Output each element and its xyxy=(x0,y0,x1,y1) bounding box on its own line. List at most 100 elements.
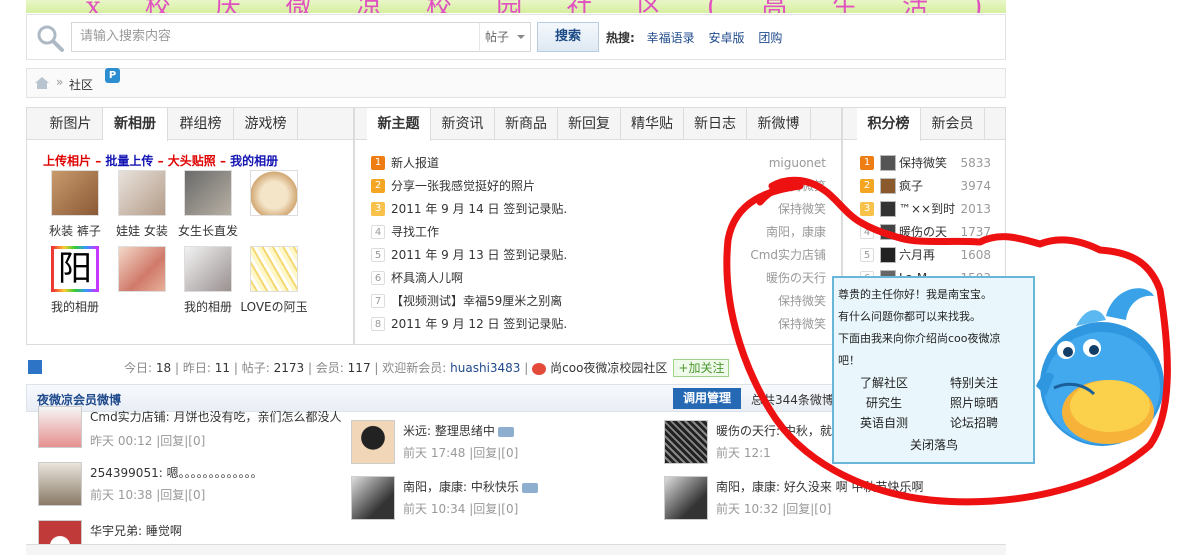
topic-title[interactable]: 寻找工作 xyxy=(391,225,439,239)
album-title[interactable]: LOVEの阿玉 xyxy=(240,300,307,314)
avatar[interactable] xyxy=(38,406,82,448)
tab-replies[interactable]: 新回复 xyxy=(558,108,621,140)
avatar[interactable] xyxy=(880,200,896,217)
topic-author[interactable]: 南阳，康康 xyxy=(766,222,826,242)
album-thumbnail[interactable] xyxy=(118,246,166,292)
topic-author[interactable]: 暖伤の天行 xyxy=(766,268,826,288)
member-name[interactable]: 保持微笑 xyxy=(899,156,947,170)
tab-games[interactable]: 游戏榜 xyxy=(234,108,298,140)
avatar[interactable] xyxy=(880,177,896,194)
album-item[interactable]: 娃娃 女装 xyxy=(107,170,177,239)
topic-row[interactable]: 8 2011 年 9 月 12 日 签到记录贴. 保持微笑 xyxy=(371,314,826,337)
album-thumbnail[interactable] xyxy=(184,170,232,216)
album-title[interactable]: 娃娃 女装 xyxy=(116,224,168,238)
avatar[interactable] xyxy=(38,520,82,544)
album-title[interactable]: 女生长直发 xyxy=(178,224,238,238)
avatar[interactable] xyxy=(880,154,896,171)
robot-link[interactable]: 英语自测 xyxy=(834,412,934,434)
topic-author[interactable]: 保持微笑 xyxy=(778,199,826,219)
score-row[interactable]: 5 六月再 1608 xyxy=(843,245,1007,268)
topic-row[interactable]: 7 【视频测试】幸福59厘米之别离 保持微笑 xyxy=(371,291,826,314)
weibo-meta[interactable]: 前天 17:48 |回复|[0] xyxy=(403,444,518,461)
tab-new-albums[interactable]: 新相册 xyxy=(103,108,168,141)
album-item[interactable]: 女生长直发 xyxy=(173,170,243,239)
member-name[interactable]: 暖伤の天 xyxy=(899,225,947,239)
weibo-meta[interactable]: 前天 10:34 |回复|[0] xyxy=(403,500,518,517)
manage-button[interactable]: 调用管理 xyxy=(673,388,741,409)
hot-link[interactable]: 幸福语录 xyxy=(647,31,695,45)
tab-featured[interactable]: 精华贴 xyxy=(621,108,684,140)
hot-link[interactable]: 团购 xyxy=(758,31,782,45)
weibo-meta[interactable]: 前天 10:38 |回复|[0] xyxy=(90,486,205,503)
member-name[interactable]: ™××到时 xyxy=(899,202,955,216)
topic-author[interactable]: Cmd实力店铺 xyxy=(750,245,826,265)
topic-row[interactable]: 2 分享一张我感觉挺好的照片 保持微笑 xyxy=(371,176,826,199)
album-item[interactable] xyxy=(107,246,177,298)
tab-new-topics[interactable]: 新主题 xyxy=(367,108,431,141)
search-icon[interactable] xyxy=(35,23,65,53)
avatar[interactable] xyxy=(351,420,395,464)
tab-points-ranking[interactable]: 积分榜 xyxy=(857,108,921,141)
photo-sticker-link[interactable]: 大头贴照 xyxy=(168,154,216,168)
album-thumbnail[interactable] xyxy=(250,246,298,292)
album-item[interactable]: 秋装 裤子 xyxy=(40,170,110,239)
member-name[interactable]: 疯子 xyxy=(899,179,923,193)
tab-weibo[interactable]: 新微博 xyxy=(747,108,811,140)
album-item[interactable]: 阳 我的相册 xyxy=(40,246,110,315)
robot-link[interactable]: 论坛招聘 xyxy=(924,412,1024,434)
search-input[interactable]: 请输入搜索内容 xyxy=(71,22,507,52)
topic-title[interactable]: 【视频测试】幸福59厘米之别离 xyxy=(391,294,562,308)
tab-groups[interactable]: 群组榜 xyxy=(168,108,234,140)
robot-link[interactable]: 了解社区 xyxy=(834,372,934,394)
avatar[interactable] xyxy=(880,223,896,240)
new-member-link[interactable]: huashi3483 xyxy=(450,361,520,375)
tab-news[interactable]: 新资讯 xyxy=(431,108,495,140)
p-badge-icon[interactable]: P xyxy=(105,68,120,83)
tab-products[interactable]: 新商品 xyxy=(495,108,558,140)
fish-mascot-icon[interactable] xyxy=(1036,276,1168,454)
topic-title[interactable]: 新人报道 xyxy=(391,156,439,170)
album-title[interactable]: 我的相册 xyxy=(184,300,232,314)
album-thumbnail[interactable] xyxy=(118,170,166,216)
upload-photo-link[interactable]: 上传相片 xyxy=(43,154,91,168)
topic-title[interactable]: 分享一张我感觉挺好的照片 xyxy=(391,179,535,193)
score-row[interactable]: 4 暖伤の天 1737 xyxy=(843,222,1007,245)
album-title[interactable]: 我的相册 xyxy=(51,300,99,314)
topic-title[interactable]: 2011 年 9 月 12 日 签到记录贴. xyxy=(391,317,567,331)
topic-title[interactable]: 2011 年 9 月 14 日 签到记录贴. xyxy=(391,202,567,216)
breadcrumb-current[interactable]: 社区 xyxy=(69,76,93,93)
batch-upload-link[interactable]: 批量上传 xyxy=(105,154,153,168)
weibo-meta[interactable]: 昨天 00:12 |回复|[0] xyxy=(90,432,205,449)
avatar[interactable] xyxy=(351,476,395,520)
topic-author[interactable]: 保持微笑 xyxy=(778,176,826,196)
topic-row[interactable]: 6 杯具滴人儿啊 暖伤の天行 xyxy=(371,268,826,291)
tab-new-images[interactable]: 新图片 xyxy=(39,108,103,140)
tab-diaries[interactable]: 新日志 xyxy=(684,108,747,140)
topic-title[interactable]: 2011 年 9 月 13 日 签到记录贴. xyxy=(391,248,567,262)
robot-close-link[interactable]: 关闭落鸟 xyxy=(884,434,984,456)
topic-row[interactable]: 4 寻找工作 南阳，康康 xyxy=(371,222,826,245)
robot-link[interactable]: 照片晾晒 xyxy=(924,392,1024,414)
home-icon[interactable] xyxy=(35,77,49,89)
member-name[interactable]: 六月再 xyxy=(899,248,935,262)
search-scope-select[interactable]: 帖子 xyxy=(479,22,531,52)
album-thumbnail[interactable] xyxy=(51,170,99,216)
avatar[interactable] xyxy=(664,476,708,520)
weibo-account-link[interactable]: 尚coo夜微凉校园社区 xyxy=(550,361,667,375)
follow-button[interactable]: +加关注 xyxy=(673,359,730,377)
topic-row[interactable]: 5 2011 年 9 月 13 日 签到记录贴. Cmd实力店铺 xyxy=(371,245,826,268)
album-item[interactable]: 我的相册 xyxy=(173,246,243,315)
avatar[interactable] xyxy=(880,246,896,263)
my-albums-link[interactable]: 我的相册 xyxy=(230,154,278,168)
weibo-meta[interactable]: 前天 10:32 |回复|[0] xyxy=(716,500,831,517)
avatar[interactable] xyxy=(38,462,82,506)
album-thumbnail[interactable]: 阳 xyxy=(51,246,99,292)
album-item[interactable] xyxy=(239,170,309,222)
robot-link[interactable]: 特别关注 xyxy=(924,372,1024,394)
album-title[interactable]: 秋装 裤子 xyxy=(49,224,101,238)
avatar[interactable] xyxy=(664,420,708,464)
topic-author[interactable]: 保持微笑 xyxy=(778,314,826,334)
search-button[interactable]: 搜索 xyxy=(537,22,599,52)
stats-chart-icon[interactable] xyxy=(28,360,42,374)
topic-row[interactable]: 3 2011 年 9 月 14 日 签到记录贴. 保持微笑 xyxy=(371,199,826,222)
